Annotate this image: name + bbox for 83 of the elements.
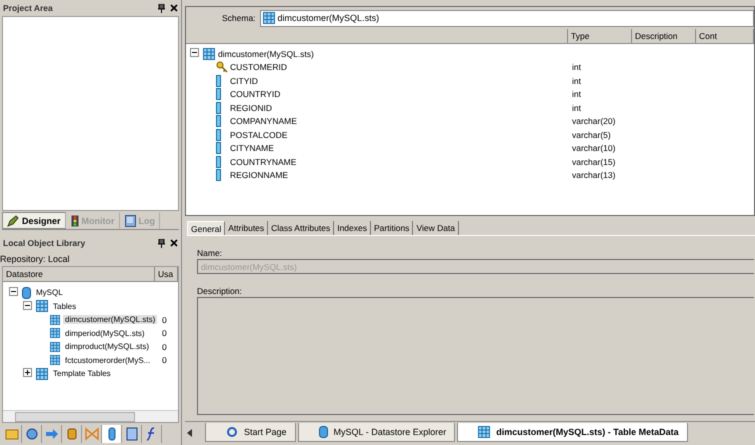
tree-item[interactable]: MySQL: [34, 288, 65, 298]
table-icon: [478, 426, 490, 438]
column-header[interactable]: Datastore: [3, 267, 155, 281]
field-name: REGIONID: [230, 102, 274, 113]
database-icon: [318, 426, 328, 438]
key-icon: [216, 61, 228, 74]
tree-item[interactable]: Tables: [51, 302, 78, 311]
table-icon: [50, 314, 60, 325]
folder-icon: [4, 427, 18, 441]
table-name[interactable]: dimcustomer(MySQL.sts): [218, 48, 314, 59]
usage-count: 0: [162, 314, 168, 325]
schema-label: Schema:: [222, 13, 256, 23]
field-name: CUSTOMERID: [230, 62, 288, 72]
property-tab[interactable]: Indexes: [334, 221, 371, 235]
usage-count: 0: [162, 328, 168, 338]
table-icon: [50, 328, 60, 338]
traffic-light-icon: [70, 214, 79, 226]
field-name: COUNTRYNAME: [230, 156, 298, 167]
name-label: Name:: [196, 247, 224, 259]
field-type: int: [572, 76, 581, 86]
column-header[interactable]: Cont: [696, 29, 754, 43]
document-tab[interactable]: dimcustomer(MySQL.sts) - Table MetaData: [457, 423, 688, 442]
scroll-left-icon[interactable]: [187, 429, 193, 437]
repository-label: Repository: Local: [0, 253, 71, 266]
field-name: COMPANYNAME: [230, 116, 298, 126]
field-name: COUNTRYID: [230, 89, 282, 100]
property-tab[interactable]: Attributes: [225, 221, 268, 235]
close-icon[interactable]: [170, 4, 178, 12]
collapse-icon[interactable]: [23, 300, 32, 310]
field-type: int: [572, 89, 581, 100]
log-icon: [124, 214, 136, 226]
panel-title: Local Object Library: [3, 238, 86, 248]
property-tab[interactable]: General: [187, 221, 226, 235]
field-name: REGIONNAME: [230, 170, 290, 180]
document-tab[interactable]: Start Page: [205, 423, 296, 442]
tree-item[interactable]: dimcustomer(MySQL.sts): [63, 315, 158, 324]
column-header[interactable]: Description: [632, 29, 696, 43]
field-type: varchar(10): [572, 143, 616, 154]
field-type: varchar(15): [572, 156, 616, 167]
field-name: CITYID: [230, 76, 259, 86]
table-icon: [50, 342, 60, 352]
table-icon: [262, 12, 275, 24]
document-icon: [124, 427, 138, 441]
panel-title: Project Area: [3, 3, 53, 13]
property-tab[interactable]: Partitions: [371, 221, 414, 235]
horizontal-scrollbar[interactable]: [3, 410, 178, 422]
field-name: POSTALCODE: [230, 130, 288, 140]
expand-icon[interactable]: [23, 368, 32, 378]
description-field[interactable]: [197, 297, 754, 415]
schema-field[interactable]: dimcustomer(MySQL.sts): [260, 10, 754, 26]
usage-count: 0: [162, 342, 168, 352]
tree-item[interactable]: Template Tables: [51, 369, 113, 378]
description-label: Description:: [196, 285, 243, 297]
field-type: int: [572, 62, 581, 72]
collapse-icon[interactable]: [190, 48, 199, 58]
property-tab[interactable]: View Data: [413, 221, 460, 235]
usage-count: 0: [162, 355, 168, 366]
tree-item[interactable]: dimproduct(MySQL.sts): [63, 342, 152, 352]
table-icon: [36, 368, 48, 380]
library-tab[interactable]: [102, 425, 122, 443]
tree-item[interactable]: dimperiod(MySQL.sts): [63, 328, 147, 338]
field-name: CITYNAME: [230, 143, 275, 154]
panel-tab[interactable]: Designer: [2, 212, 66, 229]
collapse-icon[interactable]: [9, 287, 18, 296]
pin-icon[interactable]: [158, 238, 165, 248]
join-icon: [84, 427, 98, 441]
table-icon: [50, 355, 60, 366]
close-icon[interactable]: [170, 239, 178, 247]
document-tab[interactable]: MySQL - Datastore Explorer: [298, 423, 456, 442]
column-header[interactable]: Usa: [155, 267, 178, 281]
arrow-icon: [44, 427, 58, 441]
pin-icon[interactable]: [158, 4, 165, 12]
field-type: varchar(13): [572, 170, 616, 180]
database-icon: [22, 286, 31, 299]
pencil-icon: [7, 214, 19, 226]
property-tab[interactable]: Class Attributes: [268, 221, 334, 235]
field-type: int: [572, 102, 581, 113]
field-type: varchar(20): [572, 116, 616, 126]
table-icon: [36, 300, 48, 312]
table-icon: [203, 48, 215, 60]
tree-item[interactable]: fctcustomerorder(MyS...: [63, 356, 152, 365]
column-header[interactable]: Type: [568, 29, 632, 43]
field-type: varchar(5): [572, 130, 611, 140]
